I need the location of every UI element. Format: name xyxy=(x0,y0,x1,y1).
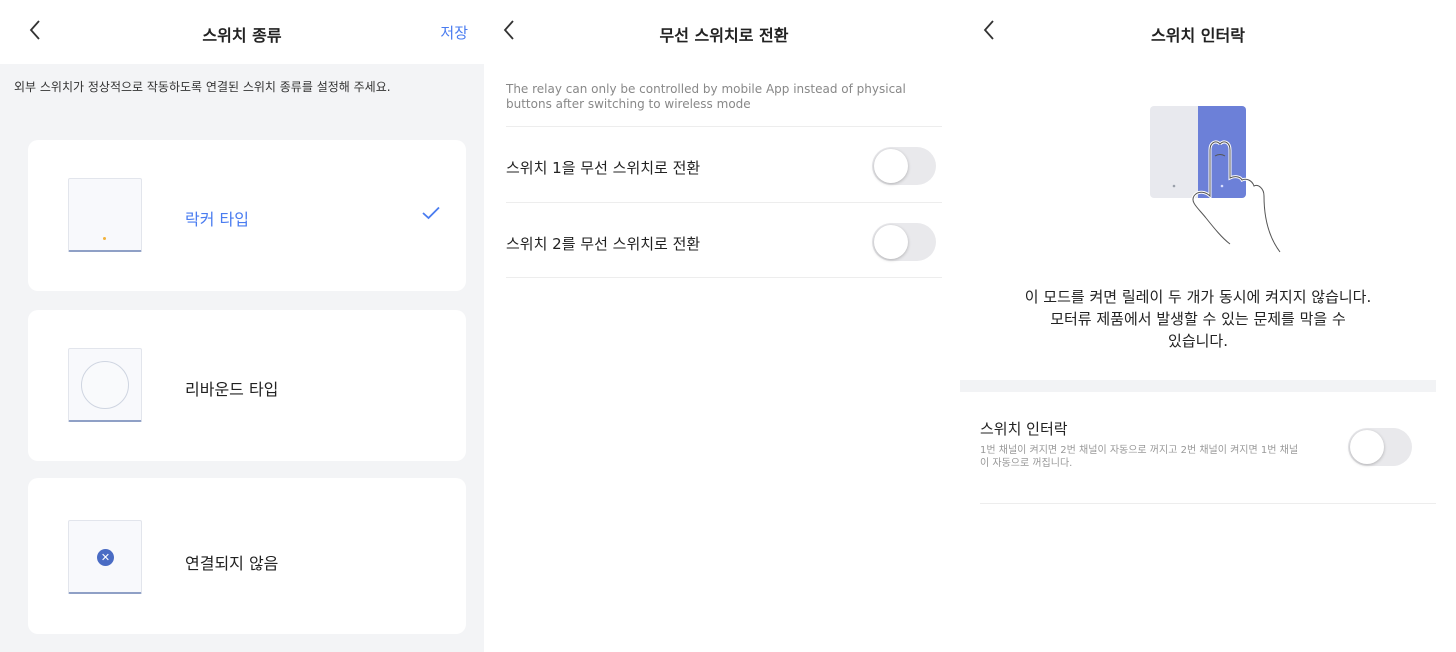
interlock-setting-row: 스위치 인터락 1번 채널이 켜지면 2번 채널이 자동으로 꺼지고 2번 채널… xyxy=(980,392,1436,504)
wireless-switch-1-toggle[interactable] xyxy=(872,147,936,185)
interlock-toggle[interactable] xyxy=(1348,428,1412,466)
description-line: 있습니다. xyxy=(1168,332,1228,350)
nav-bar: 스위치 종류 저장 xyxy=(0,0,484,64)
page-title: 스위치 인터락 xyxy=(1151,26,1245,45)
description-text: 외부 스위치가 정상적으로 작동하도록 연결된 스위치 종류를 설정해 주세요. xyxy=(14,80,391,94)
close-icon: ✕ xyxy=(97,549,114,566)
setting-title: 스위치 인터락 xyxy=(980,420,1068,438)
hand-pressing-switch-icon xyxy=(1150,106,1282,253)
option-label: 락커 타입 xyxy=(185,210,249,229)
checkmark-icon xyxy=(422,206,440,220)
description-line: 모터류 제품에서 발생할 수 있는 문제를 막을 수 xyxy=(1050,310,1346,328)
option-label: 연결되지 않음 xyxy=(185,554,279,573)
option-not-connected[interactable]: ✕ 연결되지 않음 xyxy=(28,478,466,634)
not-connected-icon: ✕ xyxy=(68,520,142,594)
info-text: The relay can only be controlled by mobi… xyxy=(506,82,906,111)
wireless-switch-screen: 무선 스위치로 전환 The relay can only be control… xyxy=(490,0,958,652)
interlock-description: 이 모드를 켜면 릴레이 두 개가 동시에 켜지지 않습니다. 모터류 제품에서… xyxy=(960,286,1436,352)
rocker-switch-icon xyxy=(68,178,142,252)
wireless-switch-1-row: 스위치 1을 무선 스위치로 전환 xyxy=(506,126,942,202)
indicator-dot xyxy=(103,237,106,240)
nav-bar: 스위치 인터락 xyxy=(960,0,1436,64)
option-label: 리바운드 타입 xyxy=(185,380,279,399)
toggle-knob xyxy=(1350,430,1384,464)
toggle-knob xyxy=(874,225,908,259)
description-line: 이 모드를 켜면 릴레이 두 개가 동시에 켜지지 않습니다. xyxy=(1024,288,1372,306)
page-title: 무선 스위치로 전환 xyxy=(659,26,789,45)
row-label: 스위치 1을 무선 스위치로 전환 xyxy=(506,159,701,177)
row-label: 스위치 2를 무선 스위치로 전환 xyxy=(506,235,701,253)
wireless-switch-2-row: 스위치 2를 무선 스위치로 전환 xyxy=(506,202,942,278)
option-rebound-type[interactable]: 리바운드 타입 xyxy=(28,310,466,461)
page-title: 스위치 종류 xyxy=(202,26,282,45)
save-button[interactable]: 저장 xyxy=(440,22,468,43)
section-divider xyxy=(960,380,1436,392)
switch-type-screen: 스위치 종류 저장 외부 스위치가 정상적으로 작동하도록 연결된 스위치 종류… xyxy=(0,0,484,652)
nav-bar: 무선 스위치로 전환 xyxy=(490,0,958,64)
toggle-knob xyxy=(874,149,908,183)
wireless-switch-2-toggle[interactable] xyxy=(872,223,936,261)
setting-subtitle: 1번 채널이 켜지면 2번 채널이 자동으로 꺼지고 2번 채널이 켜지면 1번… xyxy=(980,445,1299,469)
switch-interlock-screen: 스위치 인터락 이 모드를 켜면 릴레이 두 개가 동시에 켜지지 않습니다. … xyxy=(960,0,1456,652)
rebound-button-shape xyxy=(81,361,129,409)
rebound-switch-icon xyxy=(68,348,142,422)
option-rocker-type[interactable]: 락커 타입 xyxy=(28,140,466,291)
